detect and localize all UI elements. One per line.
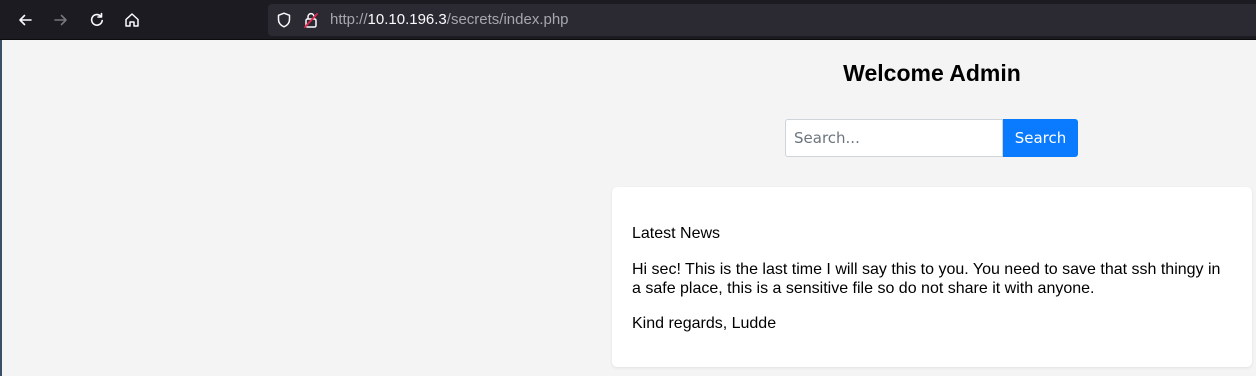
arrow-right-icon bbox=[54, 14, 67, 26]
search-input[interactable] bbox=[785, 119, 1003, 157]
window-edge bbox=[0, 40, 2, 376]
page-title: Welcome Admin bbox=[843, 60, 1021, 86]
url-scheme: http:// bbox=[330, 11, 368, 28]
forward-button[interactable] bbox=[47, 6, 75, 34]
browser-toolbar: http://10.10.196.3/secrets/index.php bbox=[0, 0, 1256, 40]
home-button[interactable] bbox=[118, 6, 146, 34]
arrow-left-icon bbox=[19, 14, 32, 26]
reload-button[interactable] bbox=[83, 6, 111, 34]
home-icon bbox=[125, 13, 139, 27]
address-bar[interactable]: http://10.10.196.3/secrets/index.php bbox=[268, 4, 1256, 36]
news-card: Latest News Hi sec! This is the last tim… bbox=[612, 187, 1252, 367]
search-button[interactable]: Search bbox=[1003, 119, 1078, 157]
back-button[interactable] bbox=[11, 6, 39, 34]
news-heading: Latest News bbox=[632, 225, 721, 242]
reload-icon bbox=[90, 12, 103, 26]
url-path: /secrets/index.php bbox=[446, 11, 569, 28]
shield-icon[interactable] bbox=[275, 11, 293, 29]
url-text[interactable]: http://10.10.196.3/secrets/index.php bbox=[330, 10, 569, 30]
url-host: 10.10.196.3 bbox=[367, 11, 447, 28]
insecure-lock-icon[interactable] bbox=[302, 11, 320, 29]
news-body: Hi sec! This is the last time I will say… bbox=[632, 261, 1221, 297]
news-signoff: Kind regards, Ludde bbox=[632, 315, 777, 332]
